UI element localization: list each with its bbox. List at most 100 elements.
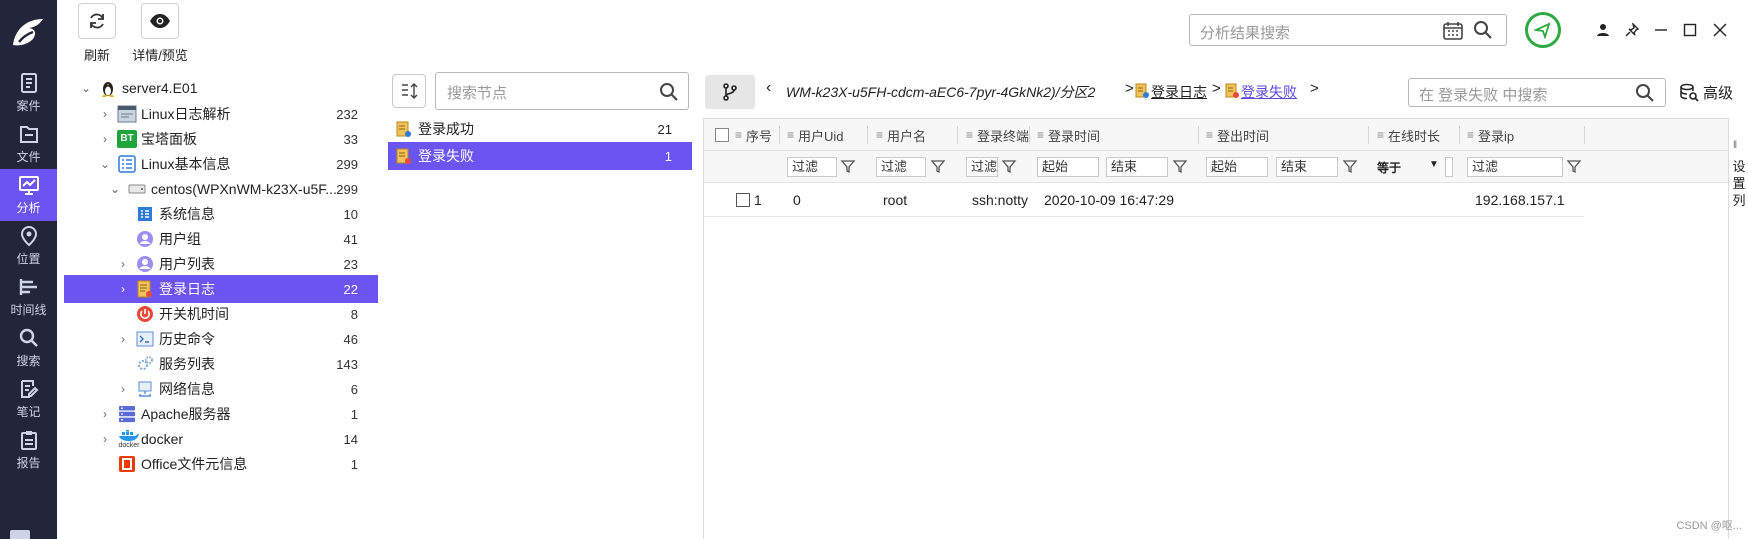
filter-uid-input[interactable]: 过滤 — [787, 157, 837, 177]
pin-icon[interactable] — [1620, 18, 1644, 42]
list-item-login-fail[interactable]: 登录失败 1 — [388, 142, 692, 170]
chevron-right-icon[interactable]: › — [116, 382, 130, 396]
filter-funnel-icon[interactable] — [1566, 158, 1582, 174]
analysis-search-input[interactable]: 分析结果搜索 — [1189, 14, 1507, 46]
filter-funnel-icon[interactable] — [1001, 158, 1017, 174]
nav-item-search[interactable]: 搜索 — [0, 322, 57, 374]
column-header-duration[interactable]: ≡ 在线时长 — [1377, 119, 1440, 151]
row-checkbox[interactable] — [736, 193, 750, 207]
tree-node-baota[interactable]: › BT 宝塔面板 33 — [64, 125, 378, 153]
filter-funnel-icon[interactable] — [1342, 158, 1358, 174]
filter-logout-end-input[interactable]: 结束 — [1276, 157, 1338, 177]
dropdown-arrow-icon[interactable]: ▼ — [1429, 159, 1439, 170]
column-header-username[interactable]: ≡ 用户名 — [876, 119, 926, 151]
result-search-input[interactable]: 在 登录失败 中搜索 — [1408, 78, 1666, 107]
nav-item-location[interactable]: 位置 — [0, 220, 57, 272]
search-icon[interactable] — [659, 82, 679, 102]
column-divider[interactable] — [1368, 126, 1369, 144]
tree-node-server[interactable]: ⌄ server4.E01 — [64, 74, 378, 102]
tree-node-network[interactable]: › 网络信息 6 — [64, 375, 378, 403]
select-all-checkbox[interactable] — [715, 128, 729, 142]
chevron-right-icon[interactable]: › — [116, 332, 130, 346]
tree-node-office[interactable]: Office文件元信息 1 — [64, 450, 378, 478]
list-item-login-success[interactable]: 登录成功 21 — [388, 115, 692, 143]
drag-handle-icon[interactable]: ≡ — [735, 128, 742, 142]
tree-node-usergroup[interactable]: 用户组 41 — [64, 225, 378, 253]
column-divider[interactable] — [1029, 126, 1030, 144]
tree-node-linux-basic[interactable]: ⌄ Linux基本信息 299 — [64, 150, 378, 178]
column-settings-button[interactable]: ‖ 设 置 列 — [1728, 118, 1748, 539]
search-icon[interactable] — [1473, 20, 1493, 40]
column-divider[interactable] — [1584, 126, 1585, 144]
tree-node-sysinfo[interactable]: 系统信息 10 — [64, 200, 378, 228]
drag-handle-icon[interactable]: ≡ — [787, 128, 794, 142]
drag-handle-icon[interactable]: ≡ — [1377, 128, 1384, 142]
column-header-no[interactable]: ≡ 序号 — [715, 119, 772, 151]
tree-node-docker[interactable]: › docker docker 14 — [64, 425, 378, 453]
breadcrumb-login-fail[interactable]: 登录失败 — [1241, 82, 1297, 102]
tree-node-linux-log[interactable]: › Linux日志解析 232 — [64, 100, 378, 128]
minimize-icon[interactable] — [1649, 18, 1673, 42]
chevron-right-icon[interactable]: › — [98, 107, 112, 121]
calendar-icon[interactable] — [1443, 21, 1463, 40]
tree-node-login-log[interactable]: › 登录日志 22 — [64, 275, 378, 303]
column-divider[interactable] — [779, 126, 780, 144]
column-header-ip[interactable]: ≡ 登录ip — [1467, 119, 1514, 151]
nav-item-analysis[interactable]: 分析 — [0, 169, 57, 221]
filter-logout-start-input[interactable]: 起始 — [1206, 157, 1268, 177]
chevron-right-icon[interactable]: › — [98, 407, 112, 421]
tree-node-history[interactable]: › 历史命令 46 — [64, 325, 378, 353]
chevron-right-icon[interactable]: › — [116, 282, 130, 296]
filter-funnel-icon[interactable] — [840, 158, 856, 174]
filter-username-input[interactable]: 过滤 — [876, 157, 926, 177]
status-indicator-icon[interactable] — [1525, 12, 1561, 48]
column-header-logout-time[interactable]: ≡ 登出时间 — [1206, 119, 1269, 151]
user-icon[interactable] — [1591, 18, 1615, 42]
column-divider[interactable] — [867, 126, 868, 144]
table-row[interactable]: 1 0 root ssh:notty 2020-10-09 16:47:29 1… — [704, 183, 1584, 217]
column-header-uid[interactable]: ≡ 用户Uid — [787, 119, 844, 151]
search-icon[interactable] — [1635, 83, 1655, 103]
drag-handle-icon[interactable]: ≡ — [876, 128, 883, 142]
maximize-icon[interactable] — [1678, 18, 1702, 42]
breadcrumb-back-icon[interactable]: ‹ — [766, 79, 771, 97]
filter-terminal-input[interactable]: 过滤 — [966, 157, 998, 177]
tree-node-power[interactable]: 开关机时间 8 — [64, 300, 378, 328]
nav-item-file[interactable]: 文件 — [0, 118, 57, 170]
column-divider[interactable] — [1198, 126, 1199, 144]
breadcrumb-login-log[interactable]: 登录日志 — [1151, 82, 1207, 102]
filter-duration-operator[interactable]: 等于 — [1377, 159, 1401, 176]
filter-duration-input[interactable] — [1445, 157, 1453, 177]
filter-login-start-input[interactable]: 起始 — [1037, 157, 1099, 177]
drag-handle-icon[interactable]: ≡ — [966, 128, 973, 142]
drag-handle-icon[interactable]: ≡ — [1037, 128, 1044, 142]
column-header-login-time[interactable]: ≡ 登录时间 — [1037, 119, 1100, 151]
branch-button[interactable] — [705, 75, 755, 109]
chevron-down-icon[interactable]: ⌄ — [79, 81, 93, 95]
drag-handle-icon[interactable]: ≡ — [1206, 128, 1213, 142]
node-search-input[interactable]: 搜索节点 — [435, 72, 689, 110]
tree-node-services[interactable]: 服务列表 143 — [64, 350, 378, 378]
tree-node-centos[interactable]: ⌄ centos(WPXnWM-k23X-u5F... 299 — [64, 175, 378, 203]
detail-preview-button[interactable]: 详情/预览 — [125, 3, 195, 64]
chevron-down-icon[interactable]: ⌄ — [98, 157, 112, 171]
nav-item-timeline[interactable]: 时间线 — [0, 271, 57, 323]
chevron-right-icon[interactable]: › — [116, 257, 130, 271]
column-divider[interactable] — [1459, 126, 1460, 144]
refresh-button[interactable]: 刷新 — [72, 3, 122, 64]
tree-node-apache[interactable]: › Apache服务器 1 — [64, 400, 378, 428]
sort-button[interactable] — [392, 74, 426, 108]
chevron-right-icon[interactable]: › — [98, 432, 112, 446]
filter-funnel-icon[interactable] — [1172, 158, 1188, 174]
breadcrumb-path[interactable]: WM-k23X-u5FH-cdcm-aEC6-7pyr-4GkNk2)/分区2 — [786, 82, 1095, 102]
nav-item-note[interactable]: 笔记 — [0, 373, 57, 425]
column-divider[interactable] — [957, 126, 958, 144]
nav-item-report[interactable]: 报告 — [0, 424, 57, 476]
advanced-search-button[interactable]: 高级 — [1679, 82, 1733, 103]
drag-handle-icon[interactable]: ≡ — [1467, 128, 1474, 142]
close-icon[interactable] — [1708, 18, 1732, 42]
filter-funnel-icon[interactable] — [930, 158, 946, 174]
column-header-terminal[interactable]: ≡ 登录终端 — [966, 119, 1029, 151]
filter-ip-input[interactable]: 过滤 — [1467, 157, 1563, 177]
filter-login-end-input[interactable]: 结束 — [1106, 157, 1168, 177]
